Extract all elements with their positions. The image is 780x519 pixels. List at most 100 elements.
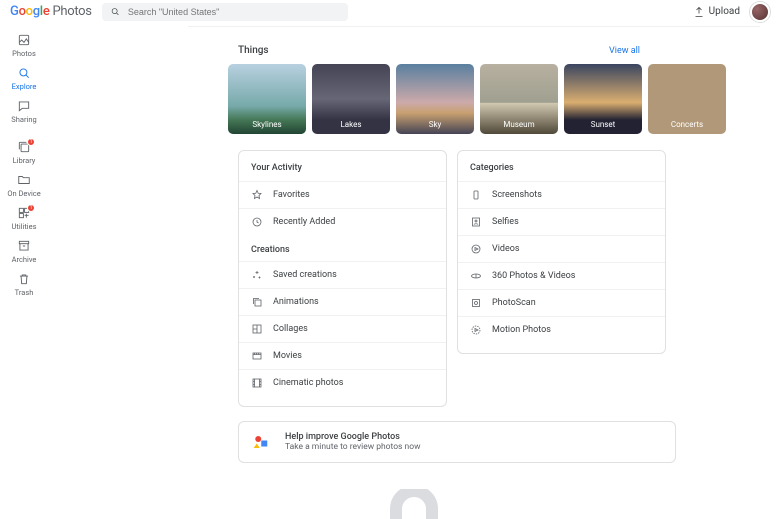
videos-link[interactable]: Videos xyxy=(458,235,665,262)
google-photos-logo[interactable]: Google Photos xyxy=(10,4,92,19)
star-icon xyxy=(251,189,263,201)
person-icon xyxy=(470,216,482,228)
footer-illustration xyxy=(48,489,780,519)
things-header: Things View all xyxy=(238,45,640,56)
sidebar-item-label: Photos xyxy=(12,49,36,58)
item-label: Animations xyxy=(273,297,319,307)
badge: 1 xyxy=(27,204,35,212)
badge: 1 xyxy=(27,138,35,146)
play-icon xyxy=(470,243,482,255)
movies-link[interactable]: Movies xyxy=(239,342,446,369)
sidebar-item-trash[interactable]: Trash xyxy=(0,268,48,301)
promo-title: Help improve Google Photos xyxy=(285,432,420,442)
movie-icon xyxy=(251,350,263,362)
trash-icon xyxy=(17,272,31,286)
sidebar-item-label: On Device xyxy=(7,189,40,198)
things-row: Skylines Lakes Sky Museum Sunset Concert… xyxy=(228,64,780,134)
animations-link[interactable]: Animations xyxy=(239,288,446,315)
sidebar-item-sharing[interactable]: Sharing xyxy=(0,95,48,128)
magnet-icon xyxy=(384,489,444,519)
chat-icon xyxy=(17,99,31,113)
collages-link[interactable]: Collages xyxy=(239,315,446,342)
archive-icon xyxy=(17,239,31,253)
help-improve-banner[interactable]: Help improve Google Photos Take a minute… xyxy=(238,421,676,463)
categories-card: Categories Screenshots Selfies Videos 36… xyxy=(457,150,666,354)
item-label: 360 Photos & Videos xyxy=(492,271,575,281)
item-label: PhotoScan xyxy=(492,298,536,308)
photo-icon xyxy=(17,33,31,47)
sidebar-item-library[interactable]: 1 Library xyxy=(0,136,48,169)
selfies-link[interactable]: Selfies xyxy=(458,208,665,235)
item-label: Collages xyxy=(273,324,308,334)
thing-sky[interactable]: Sky xyxy=(396,64,474,134)
thing-sunset[interactable]: Sunset xyxy=(564,64,642,134)
film-icon xyxy=(251,377,263,389)
thing-skylines[interactable]: Skylines xyxy=(228,64,306,134)
search-icon xyxy=(110,6,120,17)
item-label: Videos xyxy=(492,244,520,254)
favorites-link[interactable]: Favorites xyxy=(239,181,446,208)
view-all-link[interactable]: View all xyxy=(609,46,640,56)
thumb-label: Skylines xyxy=(252,120,281,129)
clock-icon xyxy=(251,216,263,228)
photoscan-link[interactable]: PhotoScan xyxy=(458,289,665,316)
main-content: Things View all Skylines Lakes Sky Museu… xyxy=(48,23,780,519)
header: Google Photos Upload xyxy=(0,0,780,23)
item-label: Selfies xyxy=(492,217,519,227)
cinematic-link[interactable]: Cinematic photos xyxy=(239,369,446,396)
phone-icon xyxy=(470,189,482,201)
item-label: Favorites xyxy=(273,190,310,200)
sidebar-item-explore[interactable]: Explore xyxy=(0,62,48,95)
shapes-icon xyxy=(253,433,271,451)
sidebar-item-label: Explore xyxy=(12,82,37,91)
collage-icon xyxy=(251,323,263,335)
stack-icon xyxy=(251,296,263,308)
sidebar-item-label: Sharing xyxy=(11,115,36,124)
sidebar-item-archive[interactable]: Archive xyxy=(0,235,48,268)
motion-icon xyxy=(470,324,482,336)
item-label: Screenshots xyxy=(492,190,542,200)
sidebar-item-label: Archive xyxy=(12,255,37,264)
search-bar[interactable] xyxy=(102,3,348,21)
thumb-label: Concerts xyxy=(671,120,703,129)
sidebar: Photos Explore Sharing 1 Library On Devi… xyxy=(0,23,48,519)
motion-link[interactable]: Motion Photos xyxy=(458,316,665,343)
thumb-label: Sky xyxy=(429,120,442,129)
thing-museum[interactable]: Museum xyxy=(480,64,558,134)
promo-subtitle: Take a minute to review photos now xyxy=(285,442,420,452)
item-label: Cinematic photos xyxy=(273,378,343,388)
search-icon xyxy=(17,66,31,80)
item-label: Recently Added xyxy=(273,217,335,227)
sidebar-item-label: Library xyxy=(13,156,36,165)
360-link[interactable]: 360 Photos & Videos xyxy=(458,262,665,289)
sidebar-item-label: Utilities xyxy=(12,222,37,231)
sidebar-item-label: Trash xyxy=(15,288,34,297)
thing-concerts[interactable]: Concerts xyxy=(648,64,726,134)
scroll-edge xyxy=(188,23,760,27)
sidebar-item-ondevice[interactable]: On Device xyxy=(0,169,48,202)
item-label: Saved creations xyxy=(273,270,337,280)
your-activity-card: Your Activity Favorites Recently Added C… xyxy=(238,150,447,407)
sidebar-item-photos[interactable]: Photos xyxy=(0,29,48,62)
thumb-label: Lakes xyxy=(340,120,361,129)
saved-creations-link[interactable]: Saved creations xyxy=(239,261,446,288)
screenshots-link[interactable]: Screenshots xyxy=(458,181,665,208)
folder-icon xyxy=(17,173,31,187)
thing-lakes[interactable]: Lakes xyxy=(312,64,390,134)
card-title: Categories xyxy=(458,161,665,181)
upload-label: Upload xyxy=(709,6,740,17)
upload-button[interactable]: Upload xyxy=(693,6,740,18)
panorama-icon xyxy=(470,270,482,282)
sparkle-icon xyxy=(251,269,263,281)
creations-title: Creations xyxy=(239,235,446,261)
things-title: Things xyxy=(238,45,269,56)
sidebar-item-utilities[interactable]: 1 Utilities xyxy=(0,202,48,235)
thumb-label: Museum xyxy=(503,120,534,129)
scan-icon xyxy=(470,297,482,309)
card-title: Your Activity xyxy=(239,161,446,181)
search-input[interactable] xyxy=(128,7,340,17)
item-label: Movies xyxy=(273,351,302,361)
recently-added-link[interactable]: Recently Added xyxy=(239,208,446,235)
item-label: Motion Photos xyxy=(492,325,551,335)
account-avatar[interactable] xyxy=(750,2,770,22)
